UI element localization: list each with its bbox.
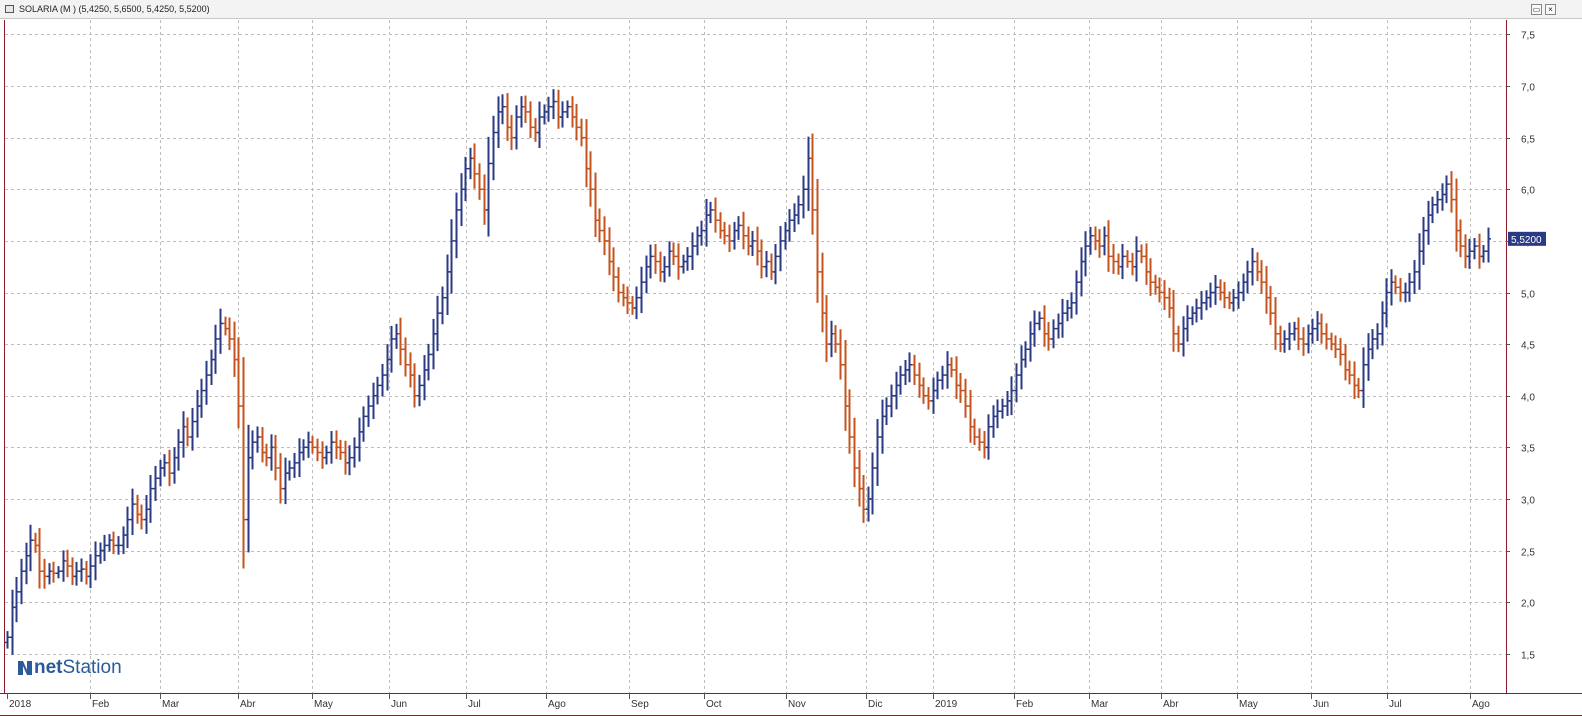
- last-price-tag: 5,5200: [1508, 231, 1546, 246]
- x-tick-label: 2019: [935, 699, 958, 710]
- restore-icon[interactable]: ▭: [1531, 4, 1542, 15]
- x-tick-label: Mar: [1091, 699, 1109, 710]
- x-tick-label: Jun: [391, 699, 407, 710]
- y-tick-label: 6,0: [1521, 186, 1535, 197]
- x-tick-label: Jun: [1313, 699, 1329, 710]
- x-tick-label: Ago: [1472, 699, 1490, 710]
- y-tick-label: 7,0: [1521, 83, 1535, 94]
- y-tick-label: 7,5: [1521, 31, 1535, 42]
- x-tick-label: May: [1239, 699, 1258, 710]
- logo-text-regular: Station: [62, 657, 122, 678]
- x-tick-label: Jul: [1389, 699, 1402, 710]
- y-tick-label: 4,5: [1521, 341, 1535, 352]
- logo-text-bold: net: [34, 657, 63, 678]
- chart-window-title: SOLARIA (M ) (5,4250, 5,6500, 5,4250, 5,…: [19, 4, 210, 14]
- x-tick-label: Abr: [240, 699, 256, 710]
- chart-window-titlebar: SOLARIA (M ) (5,4250, 5,6500, 5,4250, 5,…: [0, 0, 1582, 19]
- y-tick-label: 2,0: [1521, 599, 1535, 610]
- y-tick-label: 4,0: [1521, 393, 1535, 404]
- y-tick-label: 2,5: [1521, 548, 1535, 559]
- x-tick-label: Sep: [631, 699, 649, 710]
- last-price-label: 5,5200: [1511, 235, 1542, 246]
- x-tick-label: 2018: [9, 699, 32, 710]
- x-tick-label: Ago: [548, 699, 566, 710]
- x-tick-label: Nov: [788, 699, 806, 710]
- y-tick-label: 3,5: [1521, 444, 1535, 455]
- x-tick-label: Jul: [468, 699, 481, 710]
- x-tick-label: Feb: [1016, 699, 1034, 710]
- netstation-logo-icon: [18, 661, 32, 675]
- x-tick-label: Oct: [706, 699, 722, 710]
- y-tick-label: 1,5: [1521, 651, 1535, 662]
- x-tick-label: Mar: [162, 699, 180, 710]
- close-icon[interactable]: ×: [1545, 4, 1556, 15]
- x-tick-label: Abr: [1163, 699, 1179, 710]
- y-tick-label: 3,0: [1521, 496, 1535, 507]
- x-tick-label: Feb: [92, 699, 110, 710]
- logo-text: netStation: [34, 657, 122, 679]
- x-tick-label: May: [314, 699, 333, 710]
- chart-window-icon: [5, 5, 14, 13]
- y-tick-label: 5,0: [1521, 290, 1535, 301]
- netstation-logo: netStation: [16, 657, 122, 679]
- y-tick-label: 6,5: [1521, 135, 1535, 146]
- x-tick-label: Dic: [868, 699, 882, 710]
- ohlc-chart: 7,57,06,56,05,55,04,54,03,53,02,52,01,5 …: [0, 19, 1582, 716]
